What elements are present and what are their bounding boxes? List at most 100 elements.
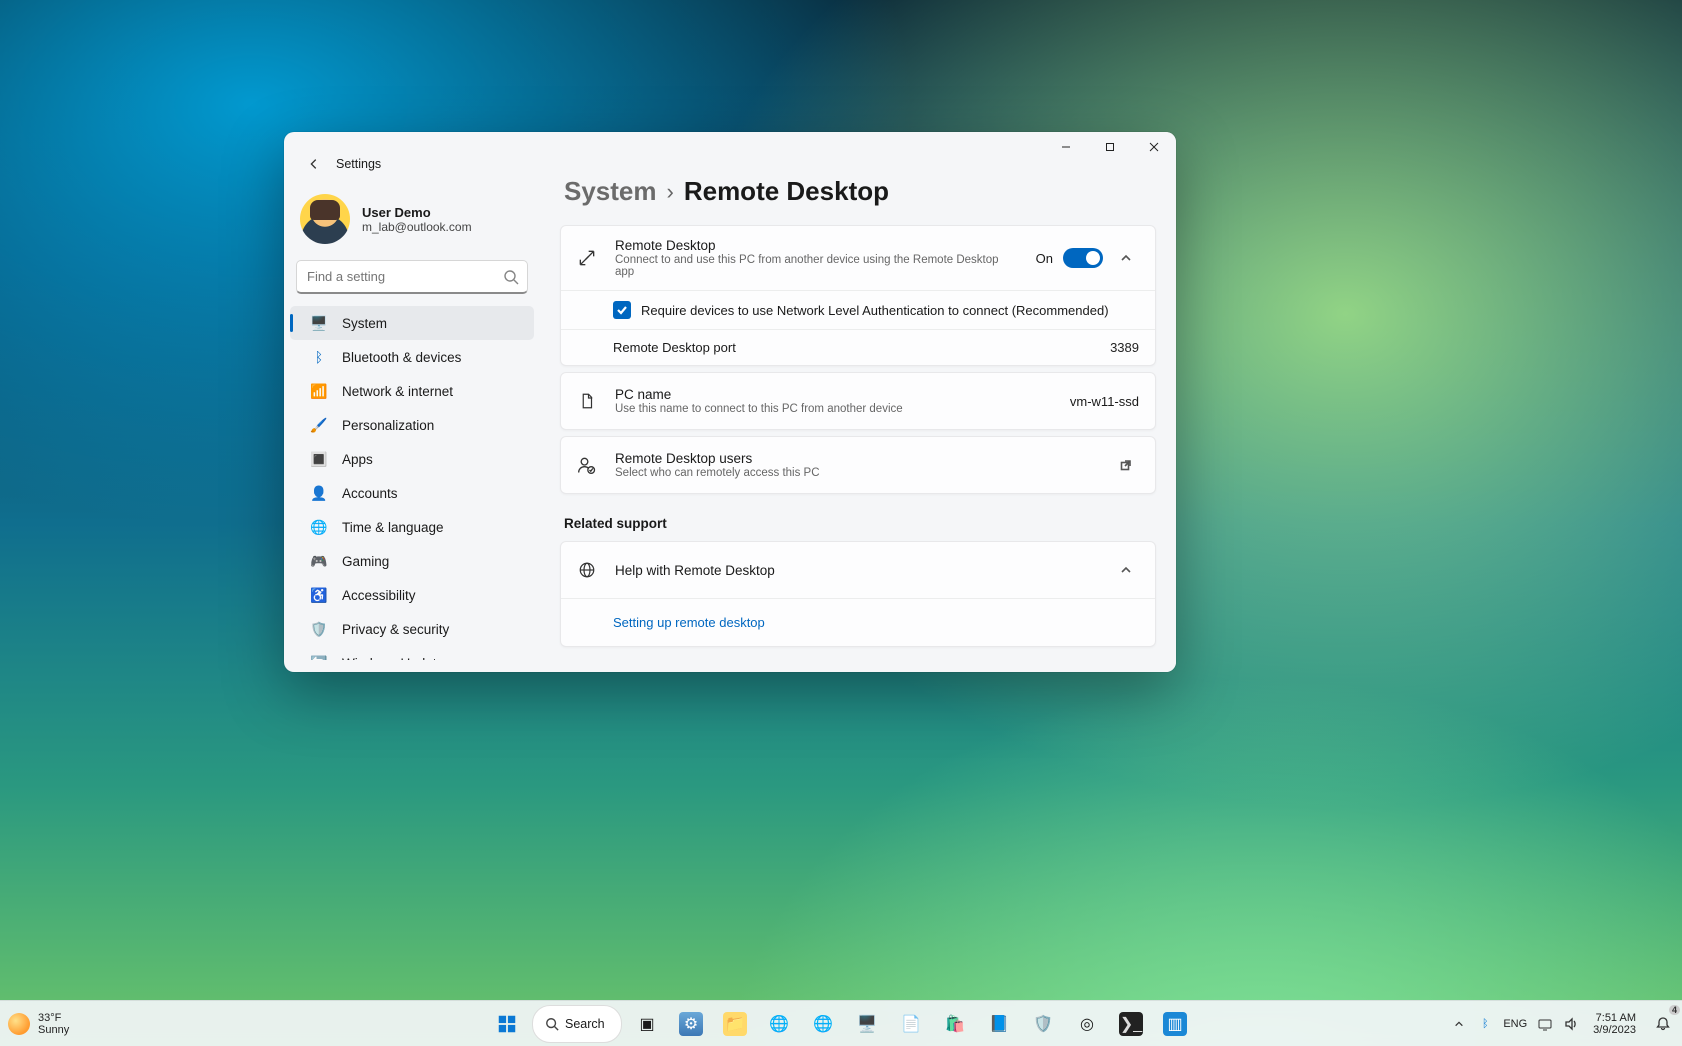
sidebar-item-label: Windows Update (342, 656, 444, 661)
nla-checkbox[interactable] (613, 301, 631, 319)
rd-port-row: Remote Desktop port 3389 (561, 329, 1155, 365)
sidebar-item-icon: 🖌️ (310, 416, 328, 434)
rd-port-value: 3389 (1110, 340, 1139, 355)
shield-icon: 🛡️ (1031, 1012, 1055, 1036)
taskbar-app-explorer[interactable]: 📁 (716, 1005, 754, 1043)
search-box[interactable] (296, 260, 528, 294)
help-link[interactable]: Setting up remote desktop (561, 598, 1155, 646)
volume-tray-icon[interactable] (1563, 1016, 1579, 1032)
remote-desktop-toggle[interactable] (1063, 248, 1103, 268)
minimize-button[interactable] (1044, 132, 1088, 162)
taskbar-app-notepad[interactable]: 📄 (892, 1005, 930, 1043)
sidebar-item-bluetooth-devices[interactable]: ᛒBluetooth & devices (290, 340, 534, 374)
nla-row[interactable]: Require devices to use Network Level Aut… (561, 290, 1155, 329)
tray-clock[interactable]: 7:51 AM 3/9/2023 (1589, 1012, 1640, 1036)
arrow-left-icon (307, 157, 321, 171)
sidebar-item-accessibility[interactable]: ♿ Accessibility (290, 578, 534, 612)
weather-icon (8, 1013, 30, 1035)
taskbar-weather[interactable]: 33°F Sunny (8, 1012, 69, 1036)
remote-desktop-row[interactable]: Remote Desktop Connect to and use this P… (561, 226, 1155, 290)
taskbar-center: Search ▣ ⚙ 📁 🌐 🌐 🖥️ 📄 🛍️ 📘 🛡️ ◎ ❯_ ▥ (488, 1005, 1194, 1043)
network-tray-icon[interactable] (1537, 1016, 1553, 1032)
titlebar-left: Settings (284, 144, 540, 188)
document-icon (575, 389, 599, 413)
task-view-button[interactable]: ▣ (628, 1005, 666, 1043)
rd-port-label: Remote Desktop port (613, 340, 736, 355)
tray-language[interactable]: ENG (1503, 1018, 1527, 1030)
sidebar-item-system[interactable]: 🖥️System (290, 306, 534, 340)
edge-icon: 🌐 (767, 1012, 791, 1036)
sidebar-item-label: System (342, 316, 387, 331)
related-support-header: Related support (564, 516, 1152, 531)
profile-block[interactable]: User Demo m_lab@outlook.com (284, 188, 540, 256)
sidebar-item-label: Gaming (342, 554, 389, 569)
sidebar-nav: 🖥️SystemᛒBluetooth & devices📶Network & i… (284, 302, 540, 660)
notification-badge: 4 (1669, 1005, 1680, 1015)
taskbar-app-store[interactable]: 🛍️ (936, 1005, 974, 1043)
taskbar-app-monitor[interactable]: ▥ (1156, 1005, 1194, 1043)
taskbar-app-edge-dev[interactable]: 🌐 (804, 1005, 842, 1043)
sidebar-item-label: Network & internet (342, 384, 453, 399)
sidebar-item-label: Apps (342, 452, 373, 467)
content-area: System › Remote Desktop Remote Desktop C… (540, 132, 1176, 672)
tray-overflow[interactable] (1451, 1016, 1467, 1032)
pc-name-value: vm-w11-ssd (1070, 394, 1139, 409)
taskbar-app-vm[interactable]: 🖥️ (848, 1005, 886, 1043)
help-title: Help with Remote Desktop (615, 563, 1097, 578)
sidebar-item-label: Time & language (342, 520, 444, 535)
pc-name-title: PC name (615, 387, 1054, 402)
sidebar-item-icon: 🌐 (310, 518, 328, 536)
settings-sidebar: Settings User Demo m_lab@outlook.com 🖥️S… (284, 132, 540, 672)
search-icon (545, 1017, 559, 1031)
vm-icon: 🖥️ (855, 1012, 879, 1036)
taskbar-app-terminal[interactable]: ❯_ (1112, 1005, 1150, 1043)
sidebar-item-gaming[interactable]: 🎮Gaming (290, 544, 534, 578)
sidebar-item-icon: 🔄 (310, 654, 328, 660)
sidebar-item-icon: ᛒ (310, 348, 328, 366)
tray-date: 3/9/2023 (1593, 1024, 1636, 1036)
pc-name-subtitle: Use this name to connect to this PC from… (615, 403, 1054, 415)
taskbar-app-word[interactable]: 📘 (980, 1005, 1018, 1043)
sidebar-item-windows-update[interactable]: 🔄 Windows Update (290, 646, 534, 660)
rd-users-title: Remote Desktop users (615, 451, 1097, 466)
taskbar-search[interactable]: Search (532, 1005, 622, 1043)
help-row[interactable]: Help with Remote Desktop (561, 542, 1155, 598)
sidebar-item-icon: ♿ (310, 586, 328, 604)
sidebar-item-apps[interactable]: 🔳Apps (290, 442, 534, 476)
sidebar-item-label: Accounts (342, 486, 398, 501)
remote-desktop-expand[interactable] (1113, 245, 1139, 271)
bell-icon (1655, 1016, 1671, 1032)
sidebar-item-privacy-security[interactable]: 🛡️Privacy & security (290, 612, 534, 646)
breadcrumb-root[interactable]: System (564, 176, 657, 207)
maximize-button[interactable] (1088, 132, 1132, 162)
task-view-icon: ▣ (635, 1012, 659, 1036)
search-input[interactable] (297, 269, 527, 284)
notification-button[interactable]: 4 (1650, 1011, 1676, 1037)
taskbar-app-edge[interactable]: 🌐 (760, 1005, 798, 1043)
help-expand[interactable] (1113, 557, 1139, 583)
check-icon (616, 304, 628, 316)
sidebar-item-time-language[interactable]: 🌐 Time & language (290, 510, 534, 544)
gear-icon: ⚙ (679, 1012, 703, 1036)
app-title: Settings (336, 157, 381, 171)
sidebar-item-label: Accessibility (342, 588, 416, 603)
sidebar-item-personalization[interactable]: 🖌️Personalization (290, 408, 534, 442)
remote-desktop-title: Remote Desktop (615, 238, 1020, 253)
pc-name-card[interactable]: PC name Use this name to connect to this… (560, 372, 1156, 430)
close-button[interactable] (1132, 132, 1176, 162)
taskbar-app-chrome[interactable]: ◎ (1068, 1005, 1106, 1043)
sidebar-item-accounts[interactable]: 👤Accounts (290, 476, 534, 510)
avatar (300, 194, 350, 244)
sidebar-item-network-internet[interactable]: 📶Network & internet (290, 374, 534, 408)
rd-users-card[interactable]: Remote Desktop users Select who can remo… (560, 436, 1156, 494)
taskbar-app-security[interactable]: 🛡️ (1024, 1005, 1062, 1043)
taskbar-app-settings[interactable]: ⚙ (672, 1005, 710, 1043)
help-card: Help with Remote Desktop Setting up remo… (560, 541, 1156, 647)
taskbar: 33°F Sunny Search ▣ ⚙ 📁 🌐 🌐 🖥️ 📄 🛍️ 📘 🛡️… (0, 1000, 1682, 1046)
tray-time: 7:51 AM (1593, 1012, 1636, 1024)
start-button[interactable] (488, 1005, 526, 1043)
breadcrumb: System › Remote Desktop (564, 176, 1156, 207)
folder-icon: 📁 (723, 1012, 747, 1036)
back-button[interactable] (300, 150, 328, 178)
bluetooth-tray-icon[interactable]: ᛒ (1477, 1016, 1493, 1032)
